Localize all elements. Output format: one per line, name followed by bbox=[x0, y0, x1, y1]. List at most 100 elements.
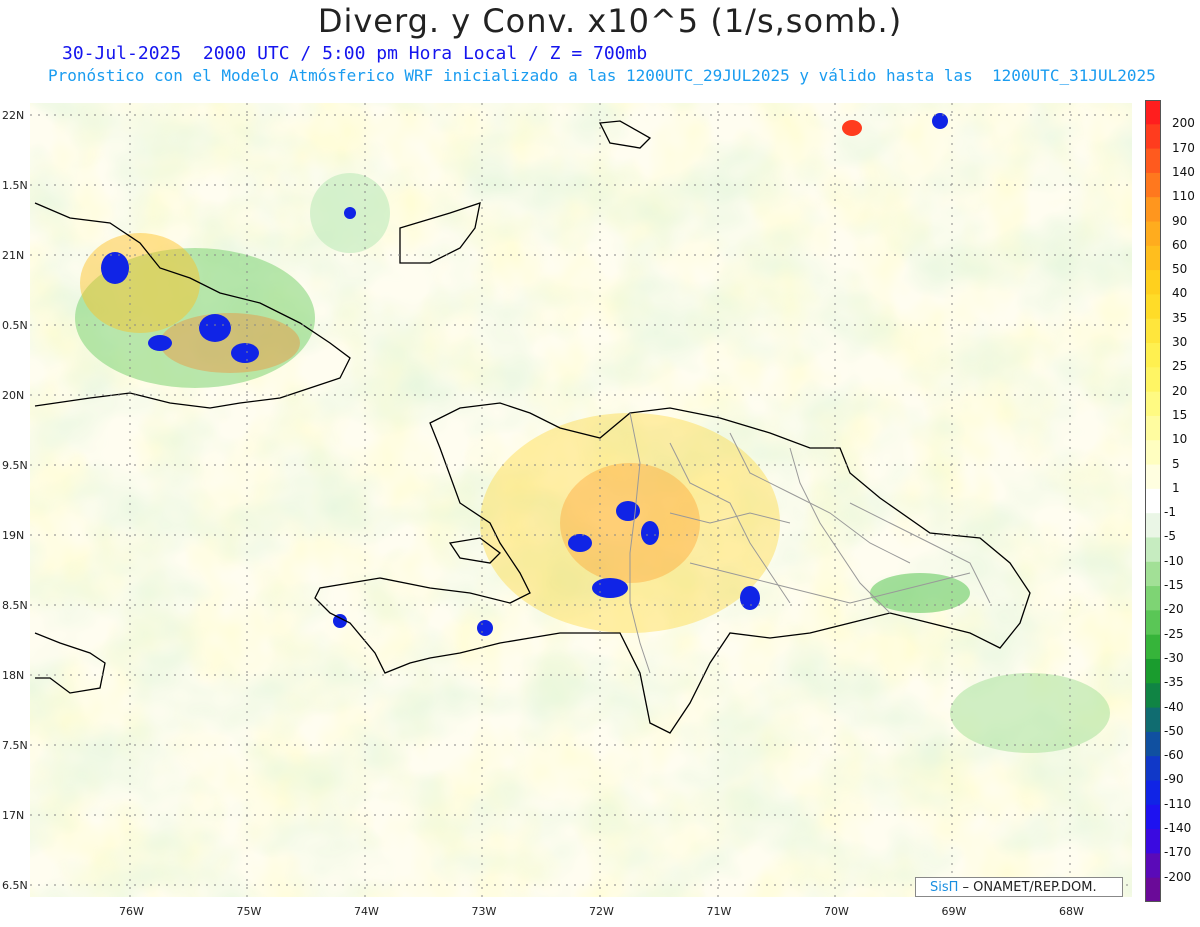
colorbar bbox=[1145, 100, 1161, 902]
colorbar-swatch bbox=[1145, 391, 1161, 417]
colorbar-swatch bbox=[1145, 318, 1161, 344]
lon-tick-label: 75W bbox=[236, 905, 262, 918]
lon-tick-label: 74W bbox=[354, 905, 379, 918]
colorbar-swatch bbox=[1145, 197, 1161, 223]
colorbar-label: -60 bbox=[1164, 748, 1184, 763]
convergence-cell bbox=[344, 207, 356, 219]
colorbar-label: -140 bbox=[1164, 821, 1192, 836]
colorbar-label: 200 bbox=[1172, 116, 1195, 131]
colorbar-label: -10 bbox=[1164, 553, 1184, 568]
convergence-cell bbox=[199, 314, 231, 342]
lat-tick-label: 0.5N bbox=[2, 319, 28, 332]
colorbar-swatch bbox=[1145, 270, 1161, 295]
colorbar-swatch bbox=[1145, 658, 1161, 684]
convergence-cell bbox=[160, 313, 300, 373]
colorbar-swatch bbox=[1145, 829, 1161, 854]
lat-tick-label: 22N bbox=[2, 109, 25, 122]
lat-tick-label: 18N bbox=[2, 669, 25, 682]
colorbar-label: -50 bbox=[1164, 723, 1184, 738]
lat-tick-label: 7.5N bbox=[2, 739, 28, 752]
colorbar-label: -40 bbox=[1164, 699, 1184, 714]
colorbar-swatch bbox=[1145, 124, 1161, 150]
chart-title: Diverg. y Conv. x10^5 (1/s,somb.) bbox=[317, 2, 903, 40]
lon-tick-label: 68W bbox=[1059, 905, 1084, 918]
colorbar-label: -25 bbox=[1164, 626, 1184, 641]
colorbar-swatch bbox=[1145, 853, 1161, 879]
colorbar-swatch bbox=[1145, 488, 1161, 514]
colorbar-label: 50 bbox=[1172, 262, 1188, 277]
colorbar-label: -170 bbox=[1164, 845, 1192, 860]
colorbar-swatch bbox=[1145, 586, 1161, 611]
convergence-cell bbox=[842, 120, 862, 136]
convergence-cell bbox=[568, 534, 592, 552]
lat-tick-label: 20N bbox=[2, 389, 25, 402]
colorbar-swatch bbox=[1145, 440, 1161, 466]
colorbar-label: 140 bbox=[1172, 164, 1195, 179]
colorbar-swatch bbox=[1145, 731, 1161, 757]
colorbar-label: 40 bbox=[1172, 286, 1188, 301]
colorbar-label: -110 bbox=[1164, 796, 1192, 811]
colorbar-swatch bbox=[1145, 464, 1161, 490]
lon-tick-label: 73W bbox=[471, 905, 497, 918]
colorbar-label: 60 bbox=[1172, 237, 1188, 252]
lat-tick-label: 6.5N bbox=[2, 879, 28, 892]
colorbar-label: 20 bbox=[1172, 383, 1188, 398]
colorbar-swatch bbox=[1145, 172, 1161, 198]
colorbar-swatch bbox=[1145, 148, 1161, 174]
colorbar-label: 25 bbox=[1172, 359, 1188, 374]
convergence-cell bbox=[950, 673, 1110, 753]
lon-tick-label: 69W bbox=[941, 905, 967, 918]
sispi-brand: SisΠ bbox=[930, 880, 959, 895]
colorbar-label: -90 bbox=[1164, 772, 1184, 787]
colorbar-label: -20 bbox=[1164, 602, 1184, 617]
colorbar-label: 35 bbox=[1172, 310, 1188, 325]
colorbar-swatch bbox=[1145, 221, 1161, 247]
convergence-cell bbox=[101, 252, 129, 284]
colorbar-swatch bbox=[1145, 707, 1161, 733]
lon-tick-label: 72W bbox=[589, 905, 614, 918]
colorbar-swatch bbox=[1145, 561, 1161, 587]
colorbar-label: -35 bbox=[1164, 675, 1184, 690]
colorbar-swatch bbox=[1145, 415, 1161, 441]
colorbar-label: 1 bbox=[1172, 480, 1180, 495]
colorbar-label: 5 bbox=[1172, 456, 1180, 471]
colorbar-label: -30 bbox=[1164, 650, 1184, 665]
colorbar-swatch bbox=[1145, 513, 1161, 538]
convergence-cell bbox=[870, 573, 970, 613]
lat-tick-label: 8.5N bbox=[2, 599, 28, 612]
colorbar-swatch bbox=[1145, 877, 1161, 902]
convergence-cell bbox=[231, 343, 259, 363]
colorbar-swatch bbox=[1145, 756, 1161, 781]
colorbar-swatch bbox=[1145, 294, 1161, 320]
convergence-cell bbox=[477, 620, 493, 636]
onamet-credit: – ONAMET/REP.DOM. bbox=[958, 880, 1097, 895]
forecast-note: Pronóstico con el Modelo Atmósferico WRF… bbox=[48, 66, 1156, 85]
lon-tick-label: 76W bbox=[119, 905, 144, 918]
convergence-cell bbox=[592, 578, 628, 598]
lon-tick-label: 71W bbox=[706, 905, 732, 918]
colorbar-swatch bbox=[1145, 343, 1161, 368]
colorbar-swatch bbox=[1145, 367, 1161, 393]
map-panel[interactable] bbox=[30, 103, 1132, 897]
valid-time-subtitle: 30-Jul-2025 2000 UTC / 5:00 pm Hora Loca… bbox=[62, 43, 648, 64]
lat-tick-label: 21N bbox=[2, 249, 25, 262]
colorbar-label: -15 bbox=[1164, 578, 1184, 593]
convergence-cell bbox=[740, 586, 760, 610]
colorbar-label: 90 bbox=[1172, 213, 1188, 228]
colorbar-label: 30 bbox=[1172, 335, 1188, 350]
convergence-cell bbox=[80, 233, 200, 333]
lat-tick-label: 19N bbox=[2, 529, 25, 542]
colorbar-label: 170 bbox=[1172, 140, 1195, 155]
colorbar-swatch bbox=[1145, 634, 1161, 660]
colorbar-swatch bbox=[1145, 804, 1161, 830]
colorbar-label: -1 bbox=[1164, 505, 1176, 520]
colorbar-label: -200 bbox=[1164, 869, 1192, 884]
colorbar-label: 110 bbox=[1172, 189, 1195, 204]
colorbar-swatch bbox=[1145, 610, 1161, 636]
lat-tick-label: 9.5N bbox=[2, 459, 28, 472]
lon-tick-label: 70W bbox=[824, 905, 849, 918]
colorbar-swatch bbox=[1145, 245, 1161, 271]
colorbar-swatch bbox=[1145, 683, 1161, 709]
colorbar-label: -5 bbox=[1164, 529, 1176, 544]
colorbar-swatch bbox=[1145, 780, 1161, 806]
